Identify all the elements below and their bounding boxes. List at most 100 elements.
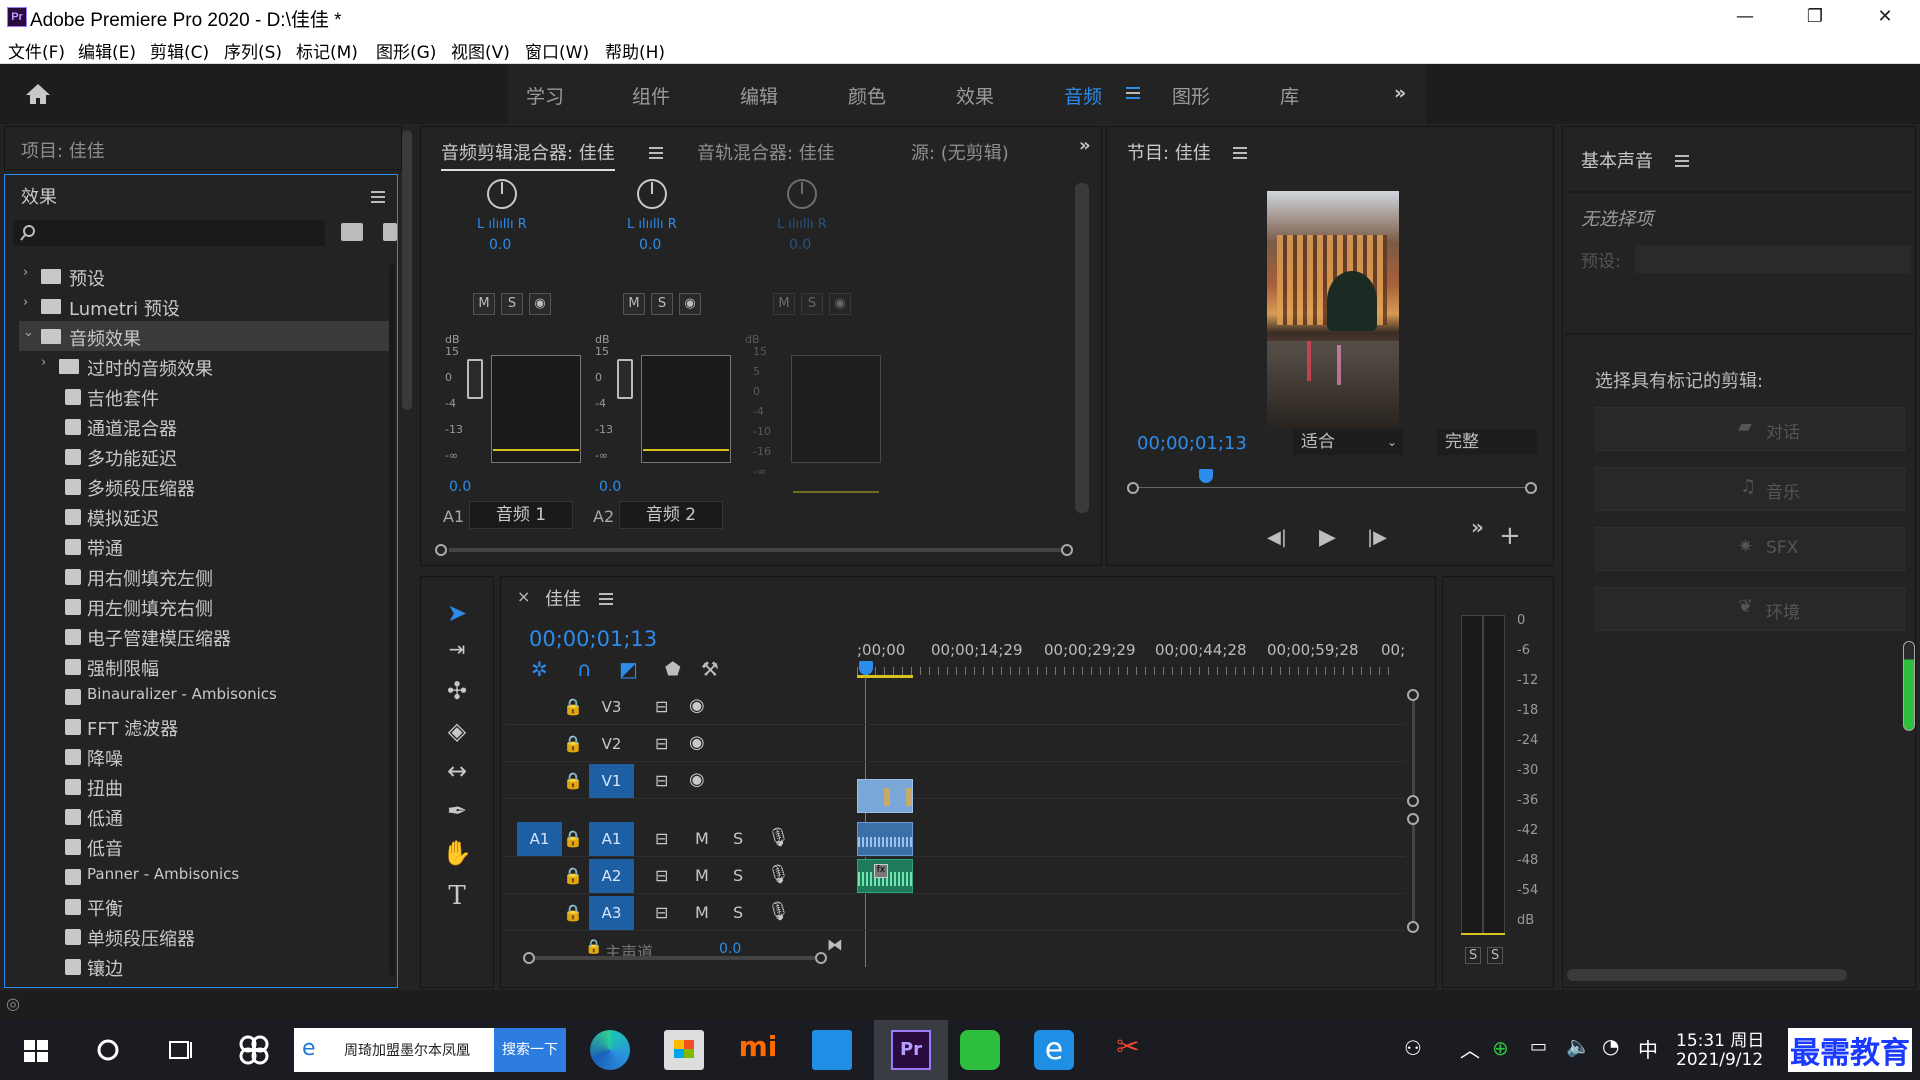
workspace-editing[interactable]: 编辑 (740, 82, 778, 109)
menu-sequence[interactable]: 序列(S) (224, 38, 282, 63)
pan-knob-icon[interactable] (637, 179, 667, 209)
effects-item[interactable]: 平衡 (19, 891, 394, 921)
pan-value[interactable]: 0.0 (789, 237, 811, 253)
mixer-more-tabs-icon[interactable]: » (1079, 135, 1091, 156)
lock-icon[interactable]: 🔒 (563, 903, 583, 922)
step-back-button[interactable]: ◀| (1267, 527, 1287, 548)
effects-folder[interactable]: › Lumetri 预设 (19, 291, 394, 321)
menu-clip[interactable]: 剪辑(C) (150, 38, 209, 63)
effects-item[interactable]: 降噪 (19, 741, 394, 771)
effects-item[interactable]: 用右侧填充左侧 (19, 561, 394, 591)
taskbar-search-button[interactable]: 搜索一下 (494, 1028, 566, 1072)
eye-icon[interactable]: ◉ (689, 769, 705, 790)
mixer-horizontal-scrollbar[interactable] (435, 543, 1075, 557)
sync-lock-icon[interactable]: ⊟ (655, 829, 668, 848)
wechat-icon[interactable] (960, 1030, 1000, 1070)
tab-audio-track-mixer[interactable]: 音轨混合器: 佳佳 (697, 139, 835, 165)
program-playhead[interactable] (1199, 469, 1213, 483)
solo-button[interactable]: S (651, 293, 673, 315)
effects-item[interactable]: 多功能延迟 (19, 441, 394, 471)
taskbar-premiere-active[interactable]: Pr (874, 1020, 948, 1080)
timeline-horizontal-scrollbar[interactable] (521, 951, 901, 965)
minimize-button[interactable]: — (1710, 0, 1780, 34)
effects-item[interactable]: 通道混合器 (19, 411, 394, 441)
play-button[interactable]: ▶ (1319, 525, 1336, 550)
essential-sound-horizontal-scrollbar[interactable] (1567, 969, 1847, 981)
wifi-icon[interactable]: ◔ (1602, 1034, 1619, 1058)
taskbar-time[interactable]: 15:31 周日 (1676, 1026, 1764, 1051)
menu-window[interactable]: 窗口(W) (525, 38, 589, 63)
pan-knob-icon[interactable] (487, 179, 517, 209)
track-target-badge[interactable]: A2 (589, 859, 634, 893)
solo-right-button[interactable]: S (1487, 947, 1504, 964)
track-mute-button[interactable]: M (695, 903, 709, 922)
essential-sound-title[interactable]: 基本声音 (1581, 147, 1653, 173)
sfx-type-button[interactable]: SFX ✷ (1595, 527, 1905, 571)
sync-lock-icon[interactable]: ⊟ (655, 903, 668, 922)
video-track-row[interactable]: 🔒 V2 ⊟ ◉ (505, 726, 1405, 762)
preset-dropdown[interactable] (1635, 245, 1911, 273)
nest-sequences-icon[interactable]: ✲ (531, 657, 548, 681)
workspace-audio-menu-icon[interactable] (1126, 87, 1140, 99)
lock-icon[interactable]: 🔒 (563, 866, 583, 885)
workspace-learn[interactable]: 学习 (526, 82, 564, 109)
menu-marker[interactable]: 标记(M) (296, 38, 358, 63)
creative-cloud-sync-icon[interactable]: ◎ (6, 994, 20, 1013)
effects-item[interactable]: 镶边 (19, 951, 394, 981)
capture-tool-icon[interactable]: ✂ (1108, 1030, 1148, 1070)
timeline-playhead[interactable] (859, 661, 873, 675)
workspace-color[interactable]: 颜色 (848, 82, 886, 109)
clip-volume-fader[interactable] (617, 359, 633, 399)
eye-icon[interactable]: ◉ (689, 732, 705, 753)
volume-icon[interactable]: 🔈 (1566, 1034, 1591, 1058)
edge-browser-icon[interactable] (590, 1030, 630, 1070)
lock-icon[interactable]: 🔒 (563, 697, 583, 716)
tab-source-monitor[interactable]: 源: (无剪辑) (911, 139, 1009, 165)
menu-help[interactable]: 帮助(H) (605, 38, 665, 63)
battery-icon[interactable]: ▭ (1530, 1036, 1547, 1057)
effects-folder[interactable]: › 过时的音频效果 (19, 351, 394, 381)
wrench-icon[interactable]: ⚒ (701, 657, 719, 681)
show-hidden-icons-icon[interactable]: ︿ (1460, 1034, 1480, 1063)
video-track-row[interactable]: 🔒 V1 ⊟ ◉ (505, 763, 1405, 799)
effects-scrollbar[interactable] (389, 265, 395, 975)
effects-item[interactable]: 多频段压缩器 (19, 471, 394, 501)
hand-tool-icon[interactable]: ✋ (439, 839, 475, 871)
tray-app-icon[interactable]: ⊕ (1492, 1036, 1509, 1060)
fader-value[interactable]: 0.0 (599, 479, 621, 495)
audio-track-scrollbar[interactable] (1407, 813, 1421, 933)
ambience-type-button[interactable]: 环境 ❦ (1595, 587, 1905, 631)
close-button[interactable]: ✕ (1850, 0, 1920, 34)
video-track-scrollbar[interactable] (1407, 689, 1421, 807)
lock-icon[interactable]: 🔒 (563, 734, 583, 753)
effects-item[interactable]: 用左侧填充右侧 (19, 591, 394, 621)
tab-audio-clip-mixer[interactable]: 音频剪辑混合器: 佳佳 (441, 139, 615, 171)
pan-value[interactable]: 0.0 (489, 237, 511, 253)
effects-item[interactable]: Binauralizer - Ambisonics (19, 681, 394, 711)
video-track-row[interactable]: 🔒 V3 ⊟ ◉ (505, 689, 1405, 725)
audio-track-row[interactable]: 🔒 A2 ⊟ M S 🎙 (505, 858, 1405, 894)
project-panel-title[interactable]: 项目: 佳佳 (21, 137, 105, 163)
linked-selection-icon[interactable]: ◩ (619, 657, 638, 681)
effects-item[interactable]: 扭曲 (19, 771, 394, 801)
restore-button[interactable]: ❐ (1780, 0, 1850, 34)
chevron-right-icon[interactable]: › (23, 295, 28, 310)
mi-app-icon[interactable]: mi (738, 1030, 778, 1070)
sequence-tab[interactable]: 佳佳 (545, 585, 581, 611)
home-icon[interactable] (24, 82, 52, 106)
track-solo-button[interactable]: S (733, 829, 743, 848)
lock-icon[interactable]: 🔒 (563, 771, 583, 790)
mute-button[interactable]: M (473, 293, 495, 315)
effects-item[interactable]: 单频段压缩器 (19, 921, 394, 951)
task-view-icon[interactable] (160, 1030, 200, 1070)
program-timeline-ruler[interactable] (1127, 467, 1537, 497)
music-type-button[interactable]: 音乐 ♫ (1595, 467, 1905, 511)
solo-button[interactable]: S (801, 293, 823, 315)
effects-panel-title[interactable]: 效果 (21, 183, 57, 209)
workspace-assembly[interactable]: 组件 (632, 82, 670, 109)
workspace-graphics[interactable]: 图形 (1172, 82, 1210, 109)
effects-folder[interactable]: ⌄ 音频效果 (19, 321, 394, 351)
solo-button[interactable]: S (501, 293, 523, 315)
windows-start-icon[interactable] (16, 1030, 56, 1070)
sync-lock-icon[interactable]: ⊟ (655, 866, 668, 885)
